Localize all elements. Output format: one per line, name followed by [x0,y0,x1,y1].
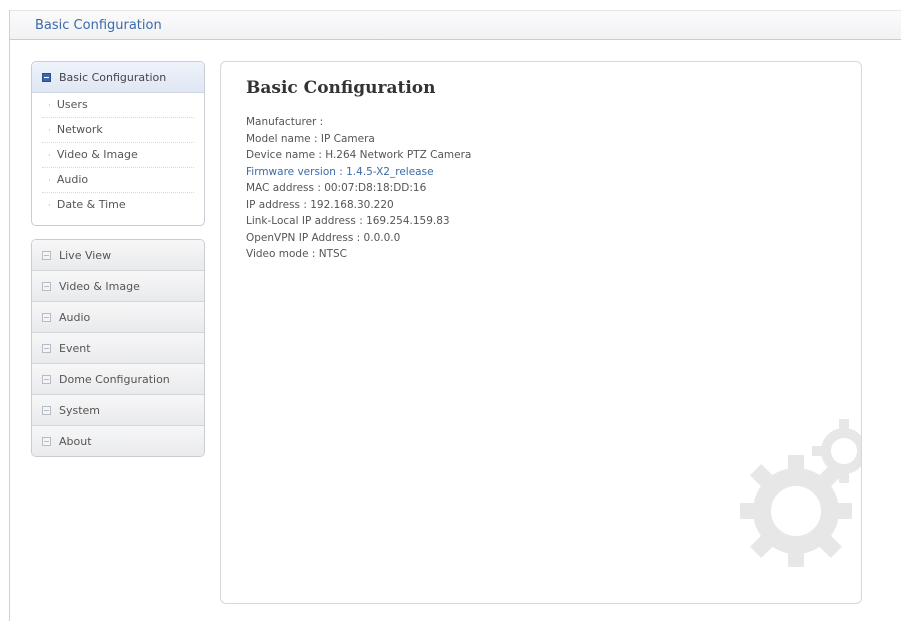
sidebar-item-audio[interactable]: Audio [32,302,204,333]
ip-address-info: IP address : 192.168.30.220 [246,198,394,211]
sidebar-item-system[interactable]: System [32,395,204,426]
sidebar-item-label: System [59,403,101,417]
sidebar-subitem-date-time[interactable]: · Date & Time [42,193,194,217]
expand-square-icon [42,250,51,260]
sidebar-item-event[interactable]: Event [32,333,204,364]
sidebar-subitem-label: Audio [56,173,89,186]
sidebar-item-label: Audio [59,310,91,324]
sidebar-item-label: Video & Image [59,279,140,293]
expand-square-icon [42,374,51,384]
page-header-title: Basic Configuration [35,18,162,33]
bullet-icon: · [48,201,51,211]
sidebar-subitem-label: Network [56,123,103,136]
openvpn-ip-info: OpenVPN IP Address : 0.0.0.0 [246,231,401,244]
expand-square-icon [42,405,51,415]
sidebar-subitem-network[interactable]: · Network [42,118,194,143]
expand-square-icon [42,281,51,291]
sidebar-item-live-view[interactable]: Live View [32,240,204,271]
video-mode-info: Video mode : NTSC [246,248,348,260]
bullet-icon: · [48,151,51,161]
firmware-version-link[interactable]: Firmware version : 1.4.5-X2_release [246,164,471,181]
sidebar-subitem-audio[interactable]: · Audio [42,168,194,193]
device-name-info: Device name : H.264 Network PTZ Camera [246,149,472,161]
sidebar-subitem-label: Users [56,98,88,111]
collapse-square-icon [42,72,51,82]
sidebar-subitem-label: Video & Image [56,148,138,161]
sidebar-item-video-image[interactable]: Video & Image [32,271,204,302]
device-info-list: Manufacturer : Model name : IP Camera De… [246,114,471,263]
bullet-icon: · [48,176,51,186]
sidebar-subitem-video-image[interactable]: · Video & Image [42,143,194,168]
sidebar-item-label: Live View [59,248,112,262]
sidebar-subitem-users[interactable]: · Users [42,93,194,118]
link-local-ip-info: Link-Local IP address : 169.254.159.83 [246,215,450,227]
gears-watermark-icon [740,419,861,567]
model-name-info: Model name : IP Camera [246,132,375,145]
page-title: Basic Configuration [246,78,436,98]
sidebar-menu: Live View Video & Image Audio Event Dome… [31,239,205,457]
sidebar-subitem-label: Date & Time [56,198,126,211]
bullet-icon: · [48,126,51,136]
sidebar: Basic Configuration · Users · Network · Vid… [31,61,205,457]
sidebar-item-basic-configuration[interactable]: Basic Configuration [32,62,204,93]
sidebar-item-dome-configuration[interactable]: Dome Configuration [32,364,204,395]
content-panel: Basic Configuration Manufacturer : Model… [220,61,862,604]
sidebar-item-label: About [59,434,92,448]
sidebar-item-about[interactable]: About [32,426,204,456]
sidebar-item-label: Dome Configuration [59,372,170,386]
mac-address-info: MAC address : 00:07:D8:18:DD:16 [246,182,427,194]
expand-square-icon [42,343,51,353]
sidebar-group-basic-configuration: Basic Configuration · Users · Network · Vid… [31,61,205,226]
expand-square-icon [42,312,51,322]
manufacturer-info: Manufacturer : [246,116,324,128]
expand-square-icon [42,436,51,446]
top-header-bar: Basic Configuration [10,10,901,40]
sidebar-item-label: Event [59,341,91,355]
bullet-icon: · [48,101,51,111]
sidebar-item-label: Basic Configuration [59,70,167,84]
